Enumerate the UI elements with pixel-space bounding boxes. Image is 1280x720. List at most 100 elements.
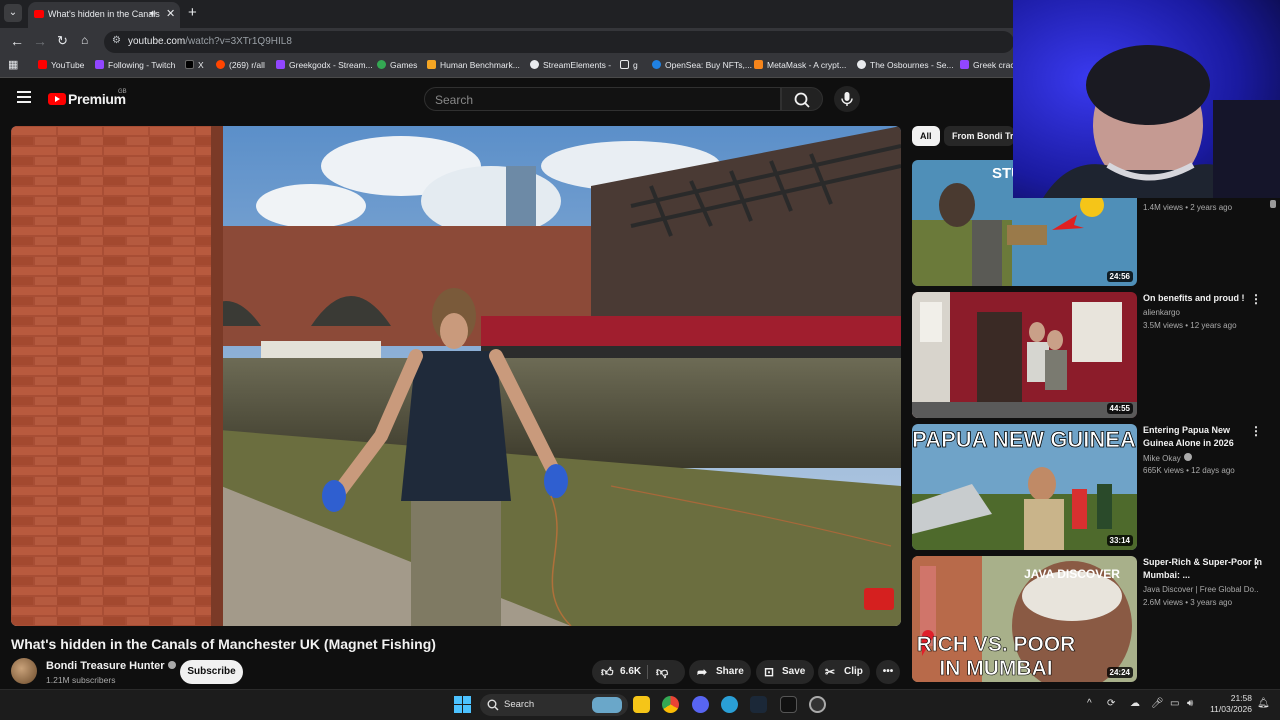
video-title: What's hidden in the Canals of Mancheste… <box>11 636 436 652</box>
forward-icon[interactable]: → <box>33 33 47 49</box>
bookmark-label: Greek crack <box>973 60 1019 70</box>
related-video-thumbnail[interactable]: JAVA DISCOVER RICH VS. POOR IN MUMBAI 24… <box>912 556 1137 682</box>
microphone-tray-icon[interactable]: 🎤︎ <box>1151 698 1164 709</box>
windows-taskbar: Search ^ ⟳ ☁ 🎤︎ ▭ 🔊︎ 21:58 11/03/2026 🔔︎ <box>0 689 1280 720</box>
url-host: youtube.com <box>128 36 186 47</box>
bookmark-osbournes[interactable]: The Osbournes - Se... <box>857 60 954 70</box>
chip-all[interactable]: All <box>912 126 940 146</box>
system-clock[interactable]: 21:58 11/03/2026 <box>1206 693 1252 715</box>
menu-icon[interactable] <box>17 91 31 103</box>
youtube-logo-icon[interactable] <box>48 93 66 105</box>
like-dislike-group: 👍︎ 6.6K 👎︎ <box>592 660 685 684</box>
channel-name[interactable]: Mike Okay <box>1143 453 1192 463</box>
tab-title: What's hidden in the Canals of Mancheste… <box>48 9 160 19</box>
taskbar-search[interactable]: Search <box>480 694 628 716</box>
clock-time: 21:58 <box>1230 693 1252 703</box>
x-icon <box>185 60 194 69</box>
search-box <box>424 87 781 111</box>
video-player[interactable] <box>11 126 901 626</box>
back-icon[interactable]: ← <box>10 33 24 49</box>
thumbnail-caption: PAPUA NEW GUINEA <box>912 427 1136 452</box>
channel-name[interactable]: alienkargo <box>1143 308 1180 317</box>
thumbnail-caption: RICH VS. POOR <box>917 633 1076 656</box>
address-bar[interactable]: ⚙ youtube.com/watch?v=3XTr1Q9HIL8 <box>104 31 1014 53</box>
youtube-favicon-icon <box>34 10 44 18</box>
site-info-icon[interactable]: ⚙ <box>112 35 121 46</box>
like-count[interactable]: 6.6K <box>620 660 641 684</box>
chip-from-channel[interactable]: From Bondi Tre <box>944 126 1014 146</box>
close-tab-icon[interactable]: ✕ <box>166 7 175 20</box>
steam-icon[interactable] <box>750 696 767 713</box>
chrome-icon[interactable] <box>662 696 679 713</box>
video-meta: 3.5M views • 12 years ago <box>1143 321 1237 330</box>
channel-name[interactable]: Java Discover | Free Global Do... <box>1143 585 1258 594</box>
more-options-icon[interactable]: ⋮ <box>1250 556 1262 570</box>
sidebar-scrollbar[interactable] <box>1270 200 1276 208</box>
home-icon[interactable]: ⌂ <box>81 33 88 47</box>
video-title[interactable]: Super-Rich & Super-Poor in Mumbai: ... <box>1143 556 1263 582</box>
share-button[interactable]: ➦ Share <box>689 660 751 684</box>
video-title[interactable]: On benefits and proud ! <box>1143 292 1263 305</box>
windows-start-icon[interactable] <box>454 696 471 713</box>
file-explorer-icon[interactable] <box>633 696 650 713</box>
clip-button[interactable]: ✂ Clip <box>818 660 870 684</box>
bookmark-label: Greekgodx - Stream... <box>289 60 373 70</box>
bookmark-label: YouTube <box>51 60 85 70</box>
volume-icon[interactable]: 🔊︎ <box>1187 698 1193 709</box>
voice-search-button[interactable] <box>834 86 860 112</box>
bookmark-greekgodx[interactable]: Greekgodx - Stream... <box>276 60 373 70</box>
browser-tab-active[interactable]: What's hidden in the Canals of Mancheste… <box>28 2 180 28</box>
youtube-icon <box>38 60 47 69</box>
subscribe-watermark-icon <box>864 588 894 610</box>
notification-icon[interactable]: 🔔︎ <box>1257 698 1270 709</box>
cloud-icon[interactable]: ☁ <box>1130 698 1140 709</box>
tab-search-dropdown[interactable]: ⌄ <box>4 4 22 22</box>
bookmark-twitch-following[interactable]: Following - Twitch <box>95 60 175 70</box>
obs-icon[interactable] <box>809 696 826 713</box>
sync-icon[interactable]: ⟳ <box>1107 698 1115 709</box>
channel-avatar[interactable] <box>11 658 37 684</box>
bookmark-streamelements[interactable]: StreamElements - <box>530 60 611 70</box>
bookmark-greek-crack[interactable]: Greek crack <box>960 60 1019 70</box>
human-benchmark-icon <box>427 60 436 69</box>
thumbs-down-icon[interactable]: 👎︎ <box>656 660 668 684</box>
chevron-up-icon[interactable]: ^ <box>1087 698 1092 709</box>
bookmark-label: The Osbournes - Se... <box>870 60 954 70</box>
bookmark-folder-g[interactable]: g <box>620 60 638 70</box>
plus-icon[interactable]: + <box>188 4 197 21</box>
speaker-icon[interactable]: 🔊︎ <box>150 8 156 19</box>
bookmark-human-benchmark[interactable]: Human Benchmark... <box>427 60 520 70</box>
discord-icon[interactable] <box>692 696 709 713</box>
bookmark-reddit[interactable]: (269) r/all <box>216 60 265 70</box>
search-input[interactable] <box>435 92 765 107</box>
related-video-thumbnail[interactable]: PAPUA NEW GUINEA 33:14 <box>912 424 1137 550</box>
share-label: Share <box>716 666 744 677</box>
bookmark-youtube[interactable]: YouTube <box>38 60 84 70</box>
video-title[interactable]: Entering Papua New Guinea Alone in 2026 <box>1143 424 1263 450</box>
reload-icon[interactable]: ↻ <box>57 33 68 49</box>
bookmark-label: OpenSea: Buy NFTs,... <box>665 60 752 70</box>
more-actions-button[interactable]: ••• <box>876 660 900 684</box>
apps-grid-icon[interactable]: ▦ <box>8 58 18 71</box>
bookmark-opensea[interactable]: OpenSea: Buy NFTs,... <box>652 60 752 70</box>
streamelements-icon <box>530 60 539 69</box>
save-button[interactable]: ⊡ Save <box>756 660 814 684</box>
video-duration: 44:55 <box>1106 403 1133 414</box>
related-video-thumbnail[interactable]: 44:55 <box>912 292 1137 418</box>
channel-name[interactable]: Bondi Treasure Hunter <box>46 660 176 672</box>
search-icon <box>794 92 810 108</box>
more-options-icon[interactable]: ⋮ <box>1250 292 1262 306</box>
twitch-icon <box>95 60 104 69</box>
network-icon[interactable]: ▭ <box>1170 698 1179 709</box>
bookmark-games[interactable]: Games <box>377 60 417 70</box>
app-x-icon[interactable] <box>780 696 797 713</box>
thumbnail-image: JAVA DISCOVER RICH VS. POOR IN MUMBAI <box>912 556 1137 682</box>
search-button[interactable] <box>781 87 823 111</box>
more-options-icon[interactable]: ⋮ <box>1250 424 1262 438</box>
bookmark-label: (269) r/all <box>229 60 265 70</box>
bookmark-metamask[interactable]: MetaMask - A crypt... <box>754 60 846 70</box>
thumbs-up-icon[interactable]: 👍︎ <box>601 660 614 684</box>
app-c-icon[interactable] <box>721 696 738 713</box>
subscribe-button[interactable]: Subscribe <box>180 660 243 684</box>
bookmark-x[interactable]: X <box>185 60 204 70</box>
